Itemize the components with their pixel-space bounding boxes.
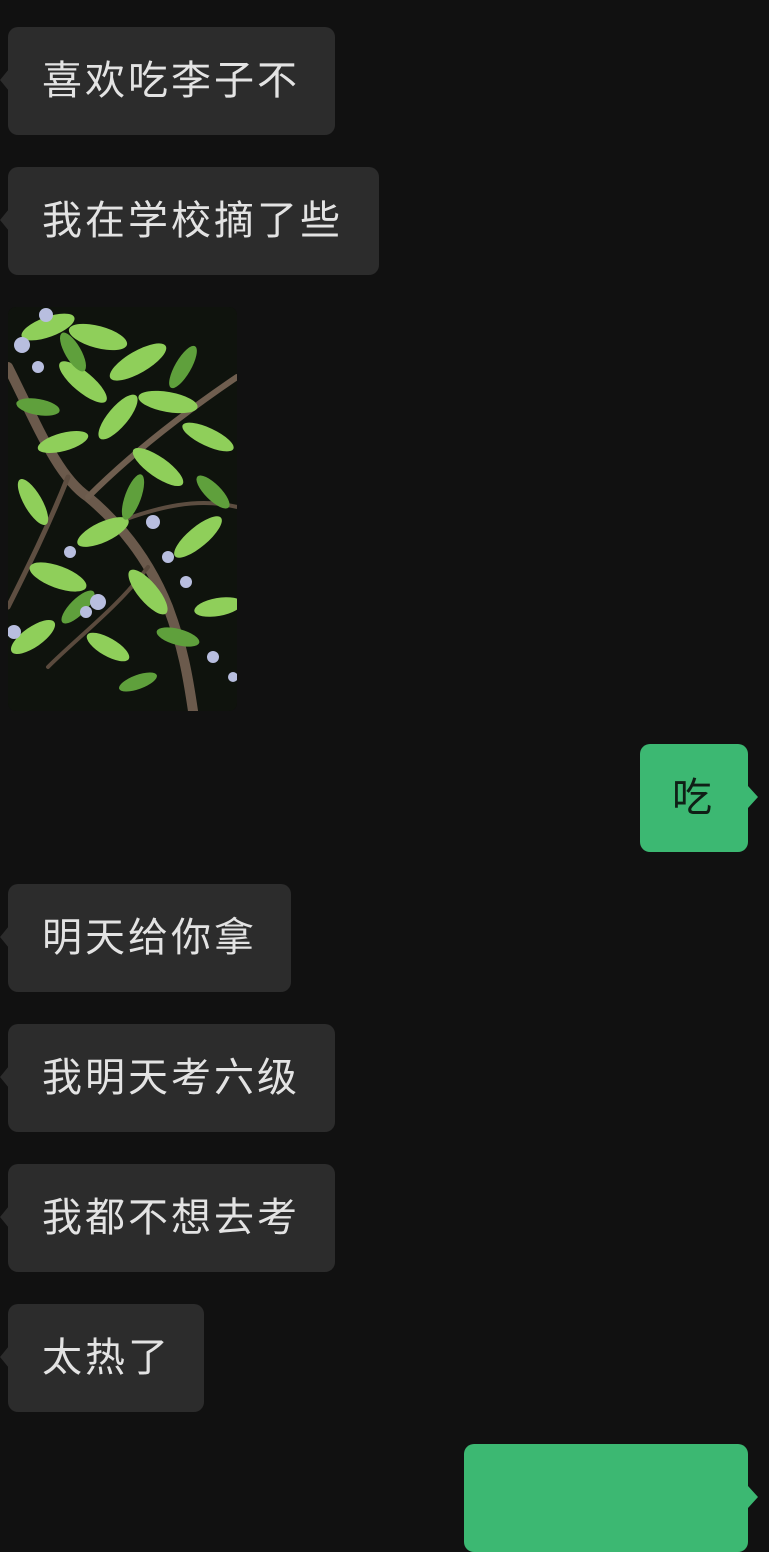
plum-tree-photo-message[interactable]: [8, 307, 237, 711]
outgoing-message[interactable]: 吃: [640, 744, 758, 852]
incoming-message[interactable]: 喜欢吃李子不: [0, 27, 335, 135]
incoming-message[interactable]: 我明天考六级: [0, 1024, 335, 1132]
incoming-message[interactable]: 我在学校摘了些: [0, 167, 379, 275]
plum-tree-photo: [8, 307, 237, 711]
incoming-message[interactable]: 太热了: [0, 1304, 204, 1412]
incoming-message[interactable]: 明天给你拿: [0, 884, 291, 992]
chat-message-list[interactable]: 喜欢吃李子不 我在学校摘了些 吃 明天给你拿 我明天考六级 我都不想去考 太热了: [0, 0, 769, 1552]
outgoing-message-partial[interactable]: [464, 1444, 758, 1552]
incoming-message[interactable]: 我都不想去考: [0, 1164, 335, 1272]
